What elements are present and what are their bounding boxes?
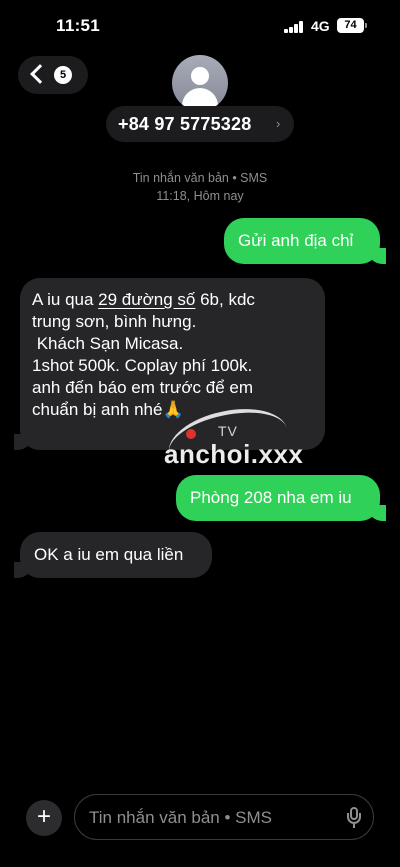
- composer-bar: +: [0, 790, 400, 867]
- contact-avatar[interactable]: [172, 55, 228, 111]
- battery-tip: [365, 23, 367, 28]
- contact-number-button[interactable]: +84 97 5775328 ›: [106, 106, 294, 142]
- chevron-left-icon: [30, 64, 50, 84]
- message-bubble-outgoing[interactable]: Gửi anh địa chỉ: [224, 218, 386, 264]
- plus-button[interactable]: +: [26, 800, 62, 836]
- status-bar: 11:51 4G 74: [0, 0, 400, 52]
- message-text: anh đến báo em trước để em: [32, 378, 253, 397]
- message-bubble-incoming[interactable]: A iu qua 29 đường số 6b, kdc trung sơn, …: [14, 278, 325, 450]
- thread-timestamp: 11:18, Hôm nay: [156, 189, 244, 203]
- signal-icon: [284, 21, 304, 33]
- message-input-container[interactable]: [74, 794, 374, 840]
- person-icon: [191, 67, 209, 85]
- message-text: Gửi anh địa chỉ: [238, 231, 354, 250]
- plus-icon: +: [36, 803, 51, 830]
- message-input[interactable]: [89, 807, 329, 829]
- message-text: trung sơn, bình hưng.: [32, 312, 197, 331]
- chevron-right-icon: ›: [276, 116, 281, 131]
- back-button[interactable]: 5: [18, 56, 88, 94]
- contact-number: +84 97 5775328: [118, 114, 252, 134]
- message-text: 1shot 500k. Coplay phí 100k.: [32, 356, 253, 375]
- mic-icon[interactable]: [347, 807, 361, 829]
- unread-badge: 5: [54, 66, 72, 84]
- battery-icon: 74: [337, 18, 364, 33]
- message-text: A iu qua 29 đường số 6b, kdc: [32, 290, 255, 309]
- address-link[interactable]: 29 đường số: [98, 290, 195, 309]
- message-bubble-outgoing[interactable]: Phòng 208 nha em iu: [176, 475, 386, 521]
- message-bubble-incoming[interactable]: OK a iu em qua liền: [14, 532, 212, 578]
- message-text: chuẩn bị anh nhé🙏: [32, 400, 184, 419]
- network-label: 4G: [311, 18, 330, 34]
- message-text: Khách Sạn Micasa.: [32, 334, 184, 353]
- message-text: OK a iu em qua liền: [34, 545, 184, 564]
- message-text: Phòng 208 nha em iu: [190, 488, 352, 507]
- thread-service-label: Tin nhắn văn bản • SMS: [132, 171, 268, 185]
- status-time: 11:51: [56, 16, 101, 35]
